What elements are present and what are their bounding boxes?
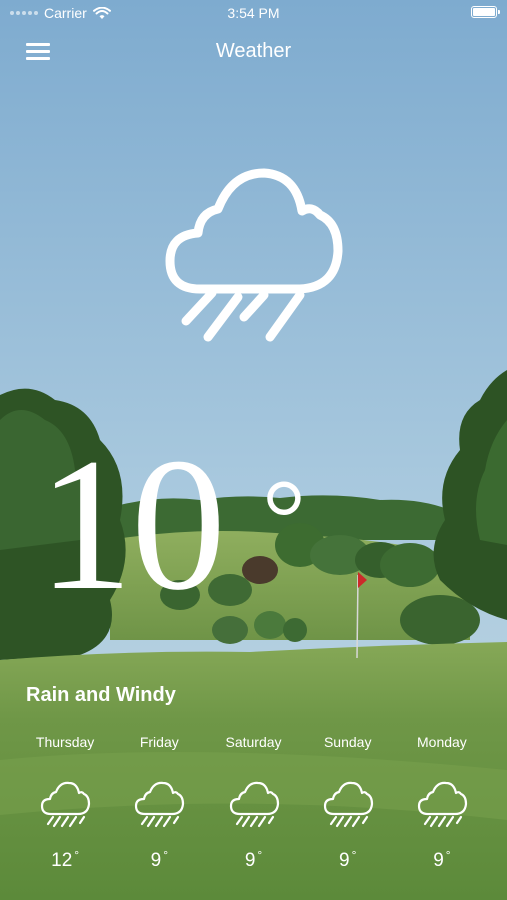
forecast-temp-wrapper: 9 ° [244, 848, 263, 872]
cloud-rain-icon [165, 168, 343, 342]
forecast-degree-symbol: ° [74, 848, 80, 862]
forecast-temperature: 9 [433, 850, 444, 871]
forecast-day-name: Friday [139, 734, 179, 750]
forecast-day: Saturday 9 ° [206, 732, 300, 872]
forecast-day: Friday 9 ° [112, 732, 206, 872]
forecast-temp-wrapper: 9 ° [433, 848, 451, 872]
status-time: 3:54 PM [227, 5, 280, 21]
forecast-temp-wrapper: 12 ° [51, 848, 80, 872]
forecast-day-name: Saturday [225, 734, 282, 750]
cloud-rain-icon [40, 781, 91, 828]
forecast-day-name: Monday [417, 734, 467, 750]
degree-symbol: ° [262, 457, 306, 579]
battery-icon [471, 6, 500, 18]
forecast-list: Thursday 12 ° Friday 9 ° Saturday 9 ° Su… [18, 732, 489, 872]
forecast-degree-symbol: ° [163, 848, 168, 862]
cloud-rain-icon [417, 781, 468, 828]
page-title: Weather [215, 40, 292, 62]
forecast-temperature: 9 [150, 850, 162, 871]
forecast-day: Monday 9 ° [395, 732, 489, 872]
cloud-rain-icon [229, 781, 279, 828]
forecast-degree-symbol: ° [351, 848, 357, 862]
cloud-rain-icon [135, 781, 185, 828]
forecast-day: Thursday 12 ° [18, 732, 112, 872]
weather-condition: Rain and Windy [26, 684, 176, 706]
forecast-temperature: 9 [339, 850, 350, 871]
forecast-degree-symbol: ° [445, 848, 451, 862]
status-bar: Carrier 3:54 PM [0, 0, 507, 26]
forecast-day-name: Sunday [323, 734, 372, 750]
current-temperature: 10 [38, 420, 226, 630]
forecast-degree-symbol: ° [257, 848, 263, 862]
cloud-rain-icon [323, 781, 373, 828]
forecast-temp-wrapper: 9 ° [150, 848, 168, 872]
nav-bar: Weather [0, 26, 507, 76]
forecast-temp-wrapper: 9 ° [339, 848, 357, 872]
forecast-temperature: 9 [244, 850, 256, 871]
forecast-day: Sunday 9 ° [301, 732, 395, 872]
forecast-day-name: Thursday [35, 734, 95, 750]
forecast-temperature: 12 [51, 850, 73, 871]
